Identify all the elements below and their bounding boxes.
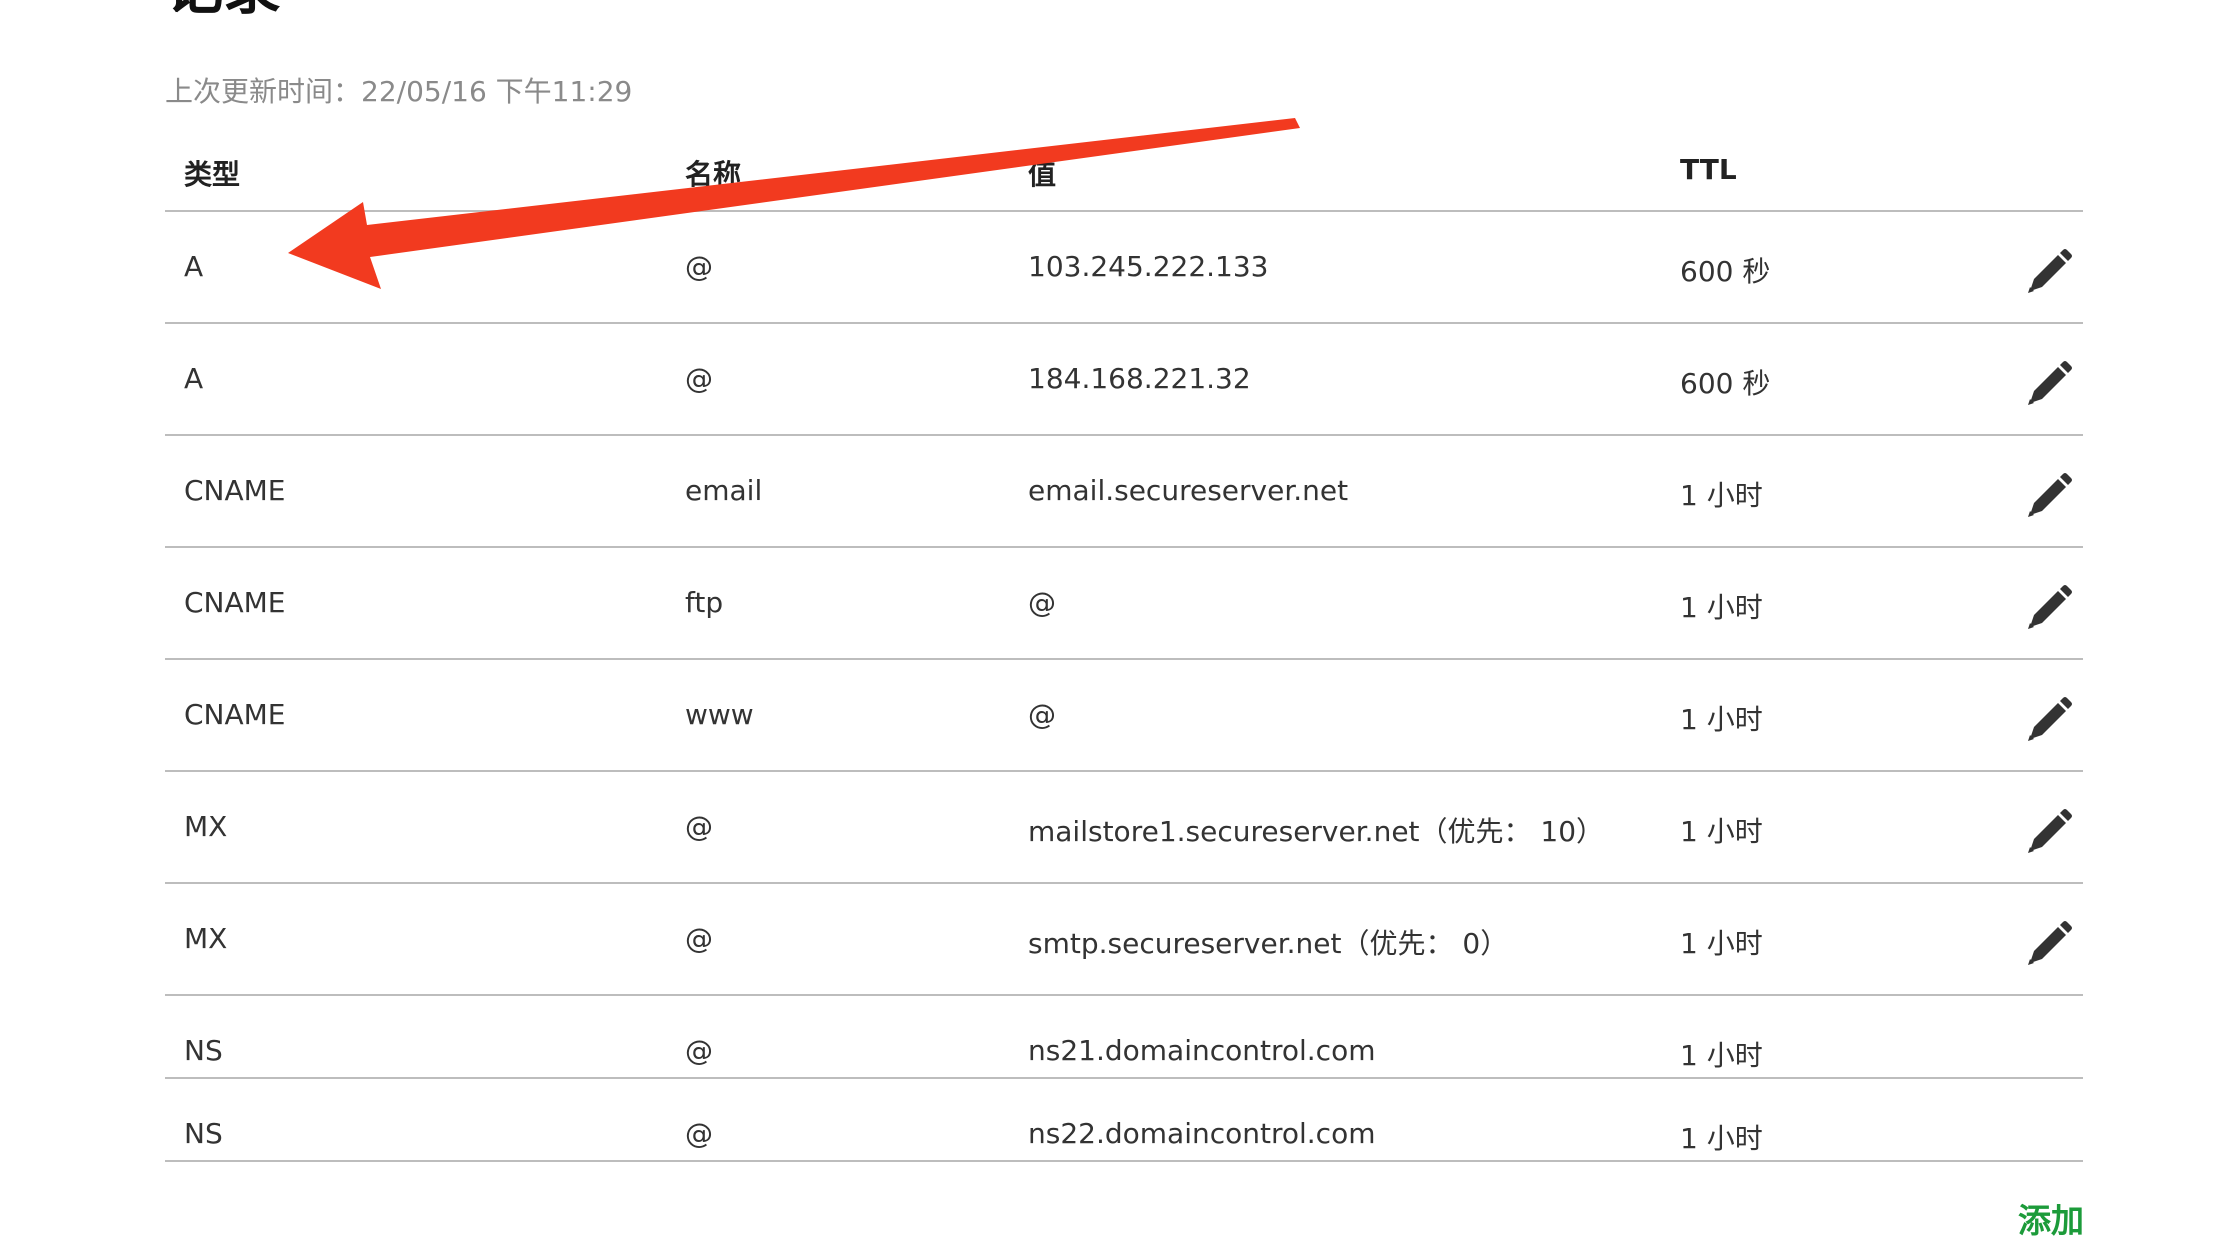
edit-record-button[interactable] (2021, 918, 2075, 972)
record-type-cell: NS (184, 1034, 223, 1067)
record-name-cell: @ (685, 810, 713, 843)
edit-record-button[interactable] (2021, 582, 2075, 636)
edit-record-button[interactable] (2021, 358, 2075, 412)
table-row: MX @ smtp.secureserver.net（优先： 0） 1 小时 (165, 884, 2083, 996)
table-row: CNAME email email.secureserver.net 1 小时 (165, 436, 2083, 548)
column-header-value: 值 (1028, 158, 1057, 191)
table-header: 类型 名称 值 TTL (165, 133, 2083, 212)
record-type-cell: MX (184, 810, 228, 843)
record-value-cell: ns22.domaincontrol.com (1028, 1117, 1376, 1150)
pencil-icon (2028, 473, 2072, 517)
record-ttl-cell: 1 小时 (1680, 1039, 1763, 1072)
record-type-cell: CNAME (184, 698, 286, 731)
pencil-icon (2028, 809, 2072, 853)
record-name-cell: @ (685, 1117, 713, 1150)
edit-record-button[interactable] (2021, 806, 2075, 860)
record-ttl-cell: 1 小时 (1680, 703, 1763, 736)
table-row: NS @ ns21.domaincontrol.com 1 小时 (165, 996, 2083, 1079)
edit-record-button[interactable] (2021, 246, 2075, 300)
table-row: NS @ ns22.domaincontrol.com 1 小时 (165, 1079, 2083, 1162)
record-ttl-cell: 1 小时 (1680, 1122, 1763, 1155)
edit-record-button[interactable] (2021, 470, 2075, 524)
pencil-icon (2028, 697, 2072, 741)
record-type-cell: CNAME (184, 586, 286, 619)
record-type-cell: MX (184, 922, 228, 955)
pencil-icon (2028, 585, 2072, 629)
record-value-cell: @ (1028, 698, 1056, 731)
record-ttl-cell: 1 小时 (1680, 479, 1763, 512)
table-row: MX @ mailstore1.secureserver.net（优先： 10） 1 … (165, 772, 2083, 884)
record-ttl-cell: 600 秒 (1680, 367, 1771, 400)
record-value-cell: ns21.domaincontrol.com (1028, 1034, 1376, 1067)
pencil-icon (2028, 361, 2072, 405)
last-updated-text: 上次更新时间：22/05/16 下午11:29 (165, 75, 633, 108)
record-type-cell: A (184, 362, 204, 395)
column-header-ttl: TTL (1680, 153, 1737, 186)
record-value-cell: mailstore1.secureserver.net（优先： 10） (1028, 815, 1605, 848)
record-value-cell: 184.168.221.32 (1028, 362, 1251, 395)
record-name-cell: @ (685, 1034, 713, 1067)
record-ttl-cell: 600 秒 (1680, 255, 1771, 288)
column-header-name: 名称 (685, 158, 742, 191)
column-header-type: 类型 (184, 158, 241, 191)
table-row: CNAME www @1 小时 (165, 660, 2083, 772)
record-value-cell: @ (1028, 586, 1056, 619)
add-record-link[interactable]: 添加 (2018, 1194, 2084, 1242)
record-type-cell: A (184, 250, 204, 283)
record-value-cell: email.secureserver.net (1028, 474, 1349, 507)
record-ttl-cell: 1 小时 (1680, 815, 1763, 848)
table-row: CNAME ftp @1 小时 (165, 548, 2083, 660)
pencil-icon (2028, 921, 2072, 965)
pencil-icon (2028, 249, 2072, 293)
table-row: A @184.168.221.32 600 秒 (165, 324, 2083, 436)
record-value-cell: smtp.secureserver.net（优先： 0） (1028, 927, 1509, 960)
edit-record-button[interactable] (2021, 694, 2075, 748)
record-name-cell: @ (685, 362, 713, 395)
record-type-cell: CNAME (184, 474, 286, 507)
record-name-cell: @ (685, 250, 713, 283)
record-name-cell: www (685, 698, 754, 731)
record-name-cell: @ (685, 922, 713, 955)
table-row: A @103.245.222.133 600 秒 (165, 212, 2083, 324)
page-title: 记录 (165, 0, 281, 17)
record-value-cell: 103.245.222.133 (1028, 250, 1269, 283)
record-ttl-cell: 1 小时 (1680, 591, 1763, 624)
record-ttl-cell: 1 小时 (1680, 927, 1763, 960)
record-type-cell: NS (184, 1117, 223, 1150)
record-name-cell: email (685, 474, 763, 507)
dns-records-table: 类型 名称 值 TTL A @103.245.222.133 600 秒 A @184.… (165, 133, 2083, 1162)
record-name-cell: ftp (685, 586, 724, 619)
